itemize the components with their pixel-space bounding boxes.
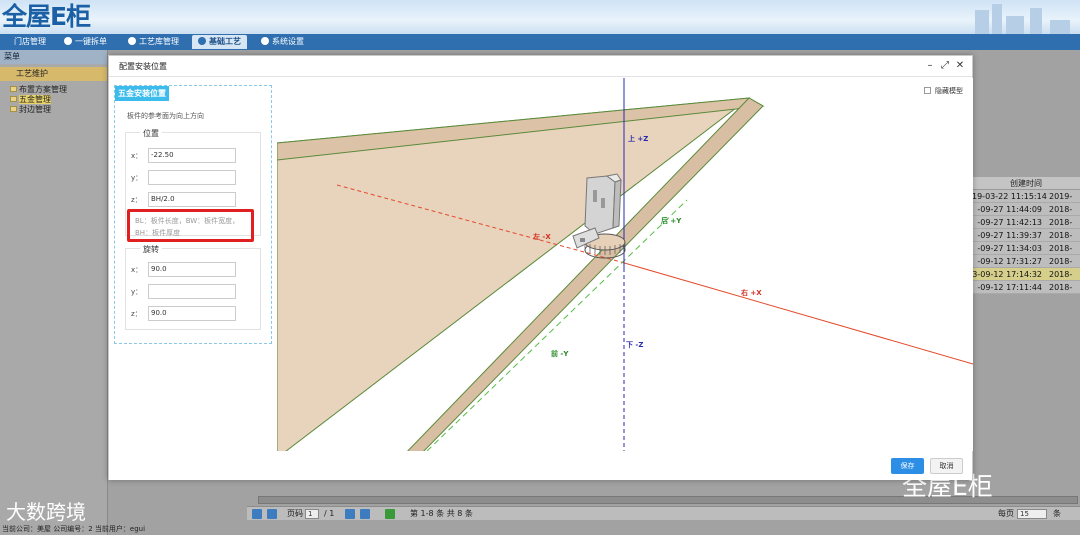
reference-hint: 板件的参考面为向上方向 bbox=[127, 112, 204, 120]
folder-icon bbox=[10, 96, 17, 102]
nav-basic-process[interactable]: 基础工艺 bbox=[192, 35, 247, 49]
axis-label-front: 前 -Y bbox=[551, 350, 569, 358]
sidebar-item-hardware[interactable]: 五金管理 bbox=[10, 95, 107, 105]
banner-decoration bbox=[1030, 8, 1042, 34]
axis-label-down: 下 -Z bbox=[626, 341, 644, 349]
banner-decoration bbox=[975, 10, 989, 34]
table-row[interactable]: -09-27 11:34:03 2018- bbox=[972, 242, 1080, 255]
position-x-input[interactable]: -22.50 bbox=[148, 148, 236, 163]
axis-label-left: 左 -X bbox=[533, 233, 551, 241]
close-icon[interactable]: ✕ bbox=[954, 60, 966, 72]
formula-hint-line1: BL：板件长度，BW：板件宽度， bbox=[135, 217, 240, 225]
3d-scene bbox=[277, 78, 973, 451]
pager-summary: 第 1-8 条 共 8 条 bbox=[410, 509, 473, 518]
page-input[interactable]: 1 bbox=[305, 509, 319, 519]
hide-model-toggle[interactable]: 隐藏模型 bbox=[924, 86, 963, 96]
table-row[interactable]: -09-27 11:39:37 2018- bbox=[972, 229, 1080, 242]
position-z-input[interactable]: BH/2.0 bbox=[148, 192, 236, 207]
nav-settings[interactable]: 系统设置 bbox=[255, 35, 310, 49]
gear-circle-icon bbox=[198, 37, 206, 45]
rotation-fieldset: 旋转 x： 90.0 y： z： 90.0 bbox=[125, 244, 261, 330]
check-circle-icon bbox=[128, 37, 136, 45]
sidebar-header: 菜单 bbox=[0, 50, 107, 64]
save-button[interactable]: 保存 bbox=[891, 458, 924, 474]
formula-hint-line2: BH：板件厚度 bbox=[135, 229, 181, 237]
banner-decoration bbox=[1050, 20, 1070, 34]
main-nav: 门店管理 一键拆单 工艺库管理 基础工艺 系统设置 bbox=[0, 34, 1080, 81]
nav-quick-split[interactable]: 一键拆单 bbox=[58, 35, 113, 49]
axis-x-positive bbox=[620, 261, 973, 365]
position-y-input[interactable] bbox=[148, 170, 236, 185]
banner-decoration bbox=[1006, 16, 1024, 34]
nav-process-library[interactable]: 工艺库管理 bbox=[122, 35, 185, 49]
grid-header: 创建时间 bbox=[972, 177, 1080, 190]
check-circle-icon bbox=[64, 37, 72, 45]
settings-circle-icon bbox=[261, 37, 269, 45]
folder-icon bbox=[10, 86, 17, 92]
nav-store[interactable]: 门店管理 bbox=[8, 35, 52, 49]
data-grid: 创建时间 19-03-22 11:15:14 2019- -09-27 11:44… bbox=[972, 177, 1080, 294]
first-page-icon[interactable] bbox=[252, 509, 262, 519]
3d-viewport[interactable]: 上 +Z 下 -Z 左 -X 右 +X 后 +Y 前 -Y 隐藏模型 bbox=[277, 78, 973, 451]
banner-decoration bbox=[992, 4, 1002, 34]
top-banner: 全屋E柜 bbox=[0, 0, 1080, 34]
prev-page-icon[interactable] bbox=[267, 509, 277, 519]
position-legend: 位置 bbox=[140, 128, 162, 139]
app-logo: 全屋E柜 bbox=[2, 2, 91, 31]
table-row[interactable]: -09-27 11:44:09 2018- bbox=[972, 203, 1080, 216]
panel-label: 五金安装位置 bbox=[115, 86, 169, 101]
rotation-x-input[interactable]: 90.0 bbox=[148, 262, 236, 277]
sidebar-item-edge-banding[interactable]: 封边管理 bbox=[10, 105, 107, 115]
per-page-select[interactable]: 15 bbox=[1017, 509, 1047, 519]
table-row[interactable]: -09-27 11:42:13 2018- bbox=[972, 216, 1080, 229]
pager: 页码 1 / 1 第 1-8 条 共 8 条 每页 15 条 bbox=[247, 506, 1080, 520]
minimize-icon[interactable]: – bbox=[924, 60, 936, 72]
sidebar: 菜单 工艺维护 布置方案管理 五金管理 封边管理 bbox=[0, 50, 108, 535]
axis-label-up: 上 +Z bbox=[628, 135, 649, 143]
formula-hint-box: BL：板件长度，BW：板件宽度， BH：板件厚度 bbox=[127, 209, 254, 242]
per-page-unit: 条 bbox=[1053, 509, 1061, 518]
rotation-legend: 旋转 bbox=[140, 244, 162, 255]
page-total: / 1 bbox=[324, 509, 335, 518]
status-line: 当前公司：美屋 公司编号：2 当前用户：egui bbox=[2, 525, 146, 533]
dialog-titlebar: 配置安装位置 – ⤢ ✕ bbox=[109, 56, 972, 77]
axis-label-right: 右 +X bbox=[741, 289, 762, 297]
hardware-position-panel: 五金安装位置 板件的参考面为向上方向 位置 x： -22.50 y： z： BH… bbox=[114, 85, 272, 344]
hide-model-checkbox[interactable] bbox=[924, 87, 931, 94]
table-row[interactable]: -09-12 17:11:44 2018- bbox=[972, 281, 1080, 294]
last-page-icon[interactable] bbox=[360, 509, 370, 519]
table-row[interactable]: -09-12 17:31:27 2018- bbox=[972, 255, 1080, 268]
table-row[interactable]: 19-03-22 11:15:14 2019- bbox=[972, 190, 1080, 203]
table-row[interactable]: 3-09-12 17:14:32 2018- bbox=[972, 268, 1080, 281]
page-label: 页码 bbox=[287, 509, 303, 518]
per-page-label: 每页 bbox=[998, 509, 1014, 518]
rotation-z-input[interactable]: 90.0 bbox=[148, 306, 236, 321]
dialog-title: 配置安装位置 bbox=[119, 62, 167, 71]
rotation-y-input[interactable] bbox=[148, 284, 236, 299]
sidebar-item-layout-plan[interactable]: 布置方案管理 bbox=[10, 85, 107, 95]
cancel-button[interactable]: 取消 bbox=[930, 458, 963, 474]
dialog-footer: 保存 取消 bbox=[109, 452, 972, 480]
folder-icon bbox=[10, 106, 17, 112]
next-page-icon[interactable] bbox=[345, 509, 355, 519]
refresh-icon[interactable] bbox=[385, 509, 395, 519]
install-position-dialog: 配置安装位置 – ⤢ ✕ 五金安装位置 板件的参考面为向上方向 位置 x： -2… bbox=[108, 55, 973, 480]
watermark-left: 大数跨境 bbox=[6, 500, 86, 524]
axis-label-back: 后 +Y bbox=[661, 217, 682, 225]
sidebar-tree: 布置方案管理 五金管理 封边管理 bbox=[0, 81, 107, 115]
maximize-icon[interactable]: ⤢ bbox=[939, 60, 951, 72]
sidebar-section-title[interactable]: 工艺维护 bbox=[0, 67, 107, 81]
